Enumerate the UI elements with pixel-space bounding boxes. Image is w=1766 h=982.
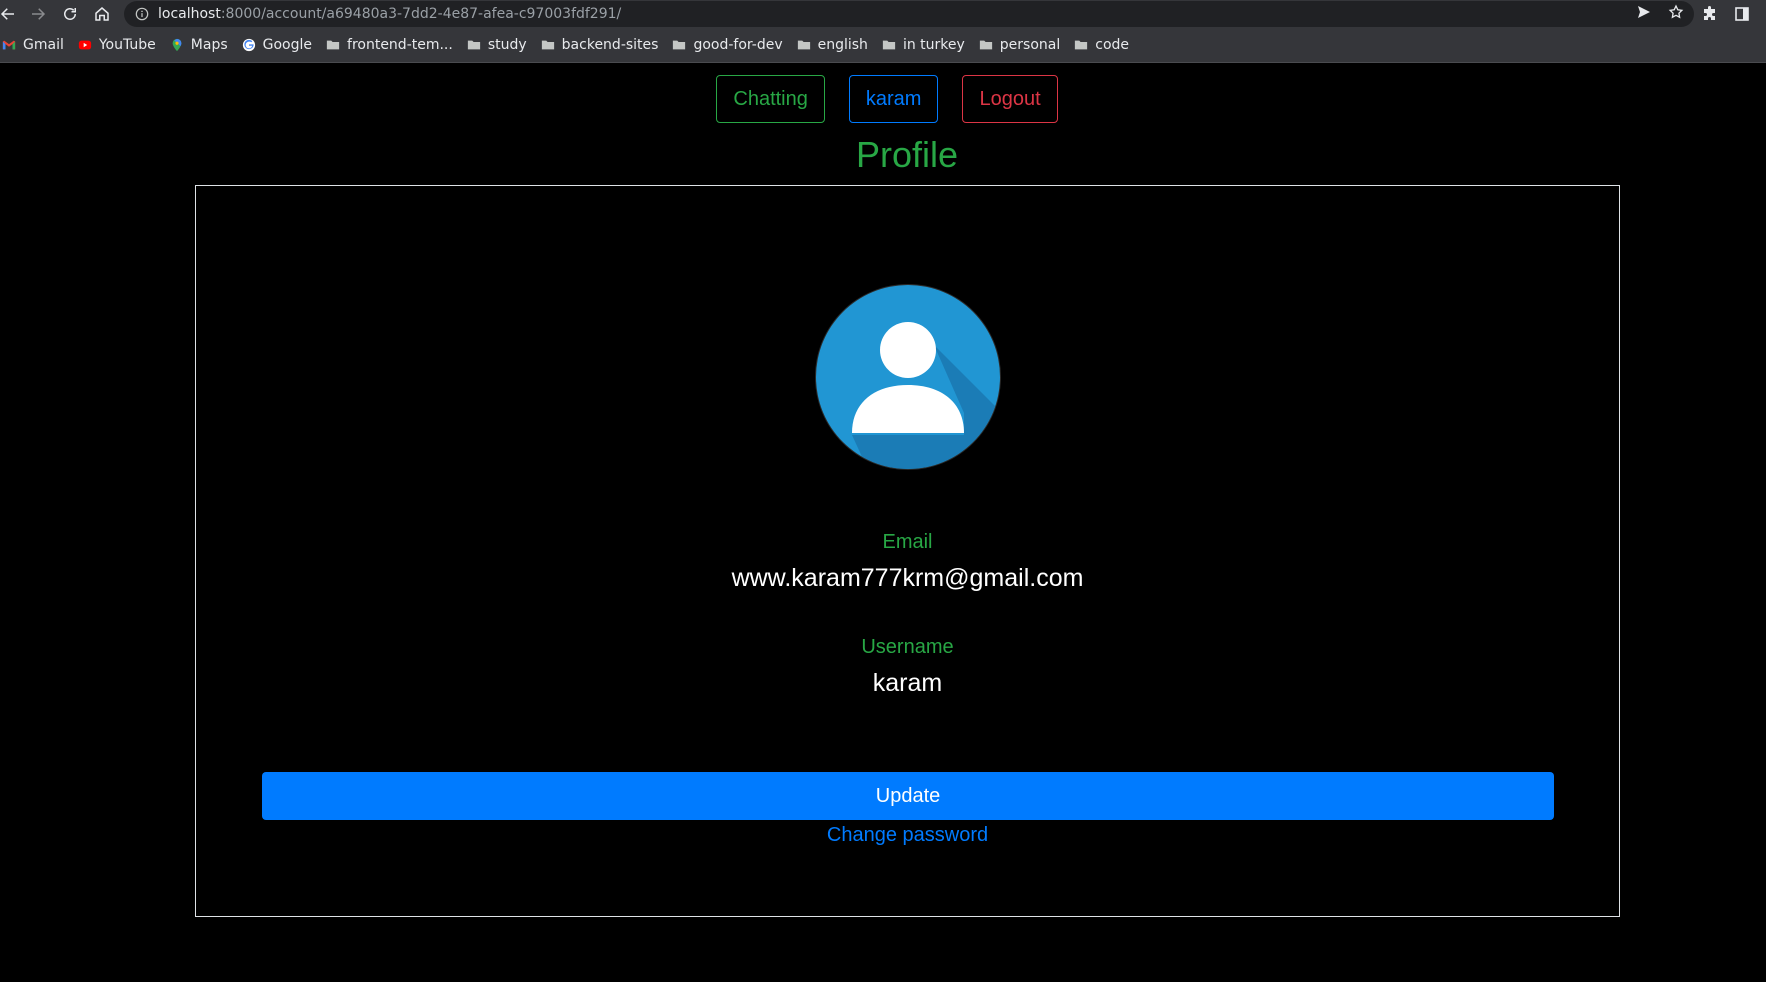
gmail-icon bbox=[2, 38, 16, 52]
bookmark-star-icon[interactable] bbox=[1668, 3, 1684, 25]
bookmark-label: backend-sites bbox=[561, 37, 659, 53]
bookmark-youtube[interactable]: YouTube bbox=[78, 31, 156, 59]
bookmark-folder-backend[interactable]: backend-sites bbox=[541, 31, 659, 59]
bookmark-folder-good-for-dev[interactable]: good-for-dev bbox=[672, 31, 783, 59]
page-content: Chatting karam Logout Profile Email www.… bbox=[0, 64, 1766, 982]
username-label: Username bbox=[861, 636, 954, 658]
forward-arrow-icon[interactable] bbox=[22, 0, 54, 28]
bookmark-gmail[interactable]: Gmail bbox=[2, 31, 64, 59]
bookmark-label: code bbox=[1095, 37, 1130, 53]
google-icon bbox=[242, 38, 256, 52]
send-tab-icon[interactable] bbox=[1636, 4, 1652, 25]
bookmark-label: Gmail bbox=[23, 37, 64, 53]
folder-icon bbox=[797, 38, 811, 52]
bookmark-label: study bbox=[487, 37, 527, 53]
folder-icon bbox=[467, 38, 481, 52]
url-text: localhost:8000/account/a69480a3-7dd2-4e8… bbox=[158, 6, 621, 22]
maps-icon bbox=[170, 38, 184, 52]
url-host: localhost bbox=[158, 6, 221, 22]
logout-button[interactable]: Logout bbox=[962, 75, 1058, 123]
bookmark-label: frontend-tem... bbox=[347, 37, 453, 53]
home-icon[interactable] bbox=[86, 0, 118, 28]
user-profile-button[interactable]: karam bbox=[848, 75, 939, 123]
youtube-icon bbox=[78, 38, 92, 52]
bookmark-label: Maps bbox=[190, 37, 228, 53]
bookmark-label: Google bbox=[262, 37, 313, 53]
folder-icon bbox=[672, 38, 686, 52]
bookmark-label: in turkey bbox=[902, 37, 965, 53]
bookmark-maps[interactable]: Maps bbox=[170, 31, 228, 59]
bookmarks-bar: Gmail YouTube Maps Google frontend-tem..… bbox=[0, 28, 1766, 63]
address-bar[interactable]: localhost:8000/account/a69480a3-7dd2-4e8… bbox=[124, 1, 1694, 27]
extensions-puzzle-icon[interactable] bbox=[1696, 0, 1724, 28]
email-value: www.karam777krm@gmail.com bbox=[731, 564, 1084, 592]
page-title: Profile bbox=[855, 134, 959, 175]
browser-toolbar: localhost:8000/account/a69480a3-7dd2-4e8… bbox=[0, 0, 1766, 28]
change-password-link[interactable]: Change password bbox=[196, 824, 1619, 847]
url-path: :8000/account/a69480a3-7dd2-4e87-afea-c9… bbox=[220, 6, 622, 22]
reload-icon[interactable] bbox=[54, 0, 86, 28]
bookmark-folder-code[interactable]: code bbox=[1074, 31, 1129, 59]
folder-icon bbox=[882, 38, 896, 52]
side-panel-icon[interactable] bbox=[1728, 0, 1756, 28]
bookmark-google[interactable]: Google bbox=[242, 31, 312, 59]
update-button[interactable]: Update bbox=[262, 772, 1554, 820]
bookmark-folder-in-turkey[interactable]: in turkey bbox=[882, 31, 965, 59]
bookmark-folder-personal[interactable]: personal bbox=[979, 31, 1060, 59]
bookmark-label: YouTube bbox=[98, 37, 156, 53]
bookmark-label: good-for-dev bbox=[693, 37, 783, 53]
bookmark-label: personal bbox=[999, 37, 1061, 53]
back-arrow-icon[interactable] bbox=[0, 0, 24, 28]
folder-icon bbox=[541, 38, 555, 52]
bookmark-folder-frontend[interactable]: frontend-tem... bbox=[326, 31, 453, 59]
avatar bbox=[814, 283, 1002, 471]
profile-card: Email www.karam777krm@gmail.com Username… bbox=[195, 185, 1620, 917]
site-info-icon[interactable] bbox=[134, 6, 150, 22]
folder-icon bbox=[326, 38, 340, 52]
chatting-button[interactable]: Chatting bbox=[716, 75, 825, 123]
bookmark-folder-study[interactable]: study bbox=[467, 31, 527, 59]
email-label: Email bbox=[882, 531, 933, 553]
folder-icon bbox=[1074, 38, 1088, 52]
top-navigation: Chatting karam Logout bbox=[0, 75, 1766, 123]
bookmark-label: english bbox=[817, 37, 868, 53]
username-value: karam bbox=[872, 669, 943, 697]
user-avatar-icon bbox=[815, 284, 1001, 470]
folder-icon bbox=[979, 38, 993, 52]
bookmark-folder-english[interactable]: english bbox=[797, 31, 868, 59]
